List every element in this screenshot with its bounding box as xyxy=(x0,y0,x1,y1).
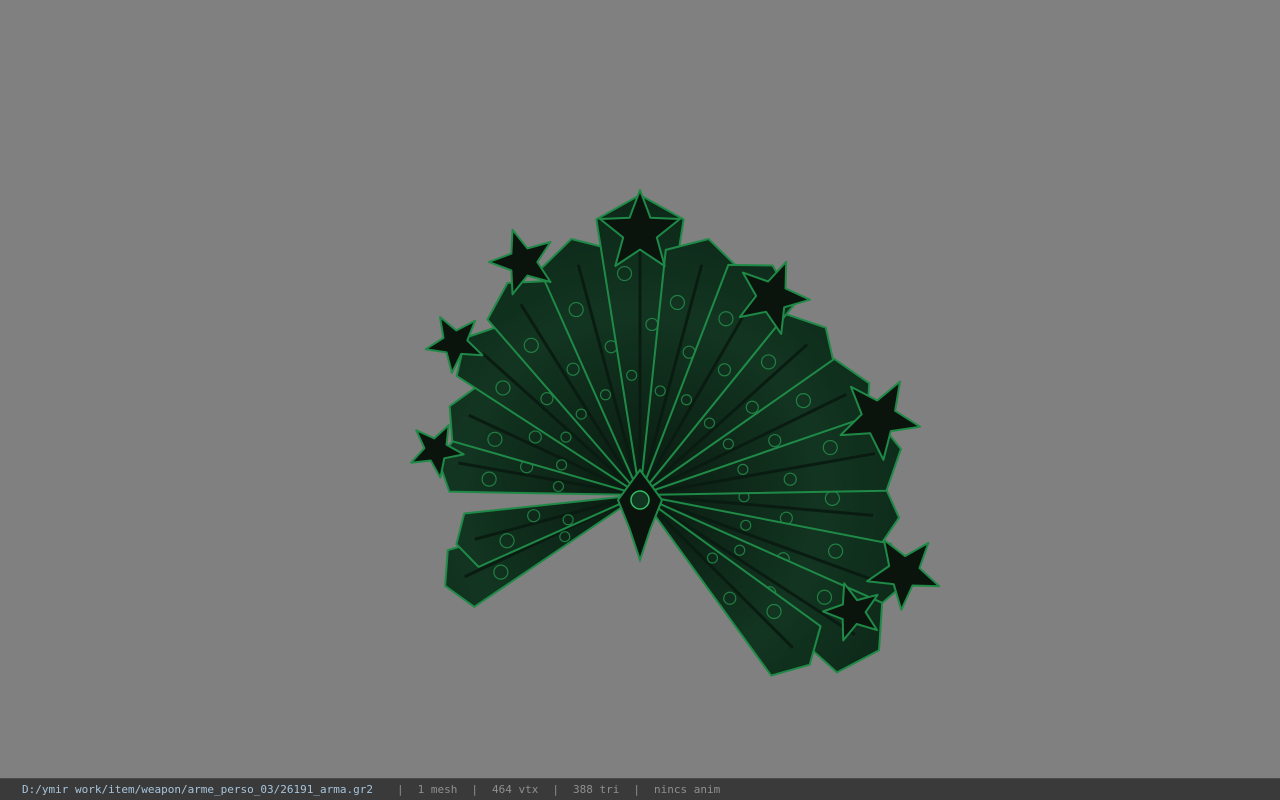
file-path-label: D:/ymir work/item/weapon/arme_perso_03/2… xyxy=(22,783,373,796)
war-fan-model xyxy=(410,189,941,677)
separator: | xyxy=(397,783,404,796)
status-bar: D:/ymir work/item/weapon/arme_perso_03/2… xyxy=(0,778,1280,800)
anim-status: nincs anim xyxy=(653,783,721,796)
separator: | xyxy=(552,783,559,796)
triangle-count: 388 tri xyxy=(572,783,620,796)
vertex-count: 464 vtx xyxy=(492,783,539,796)
mesh-count: 1 mesh xyxy=(417,783,458,796)
separator: | xyxy=(633,783,640,796)
3d-viewport[interactable] xyxy=(0,0,1280,778)
fan-pivot xyxy=(630,490,650,510)
separator: | xyxy=(471,783,478,796)
